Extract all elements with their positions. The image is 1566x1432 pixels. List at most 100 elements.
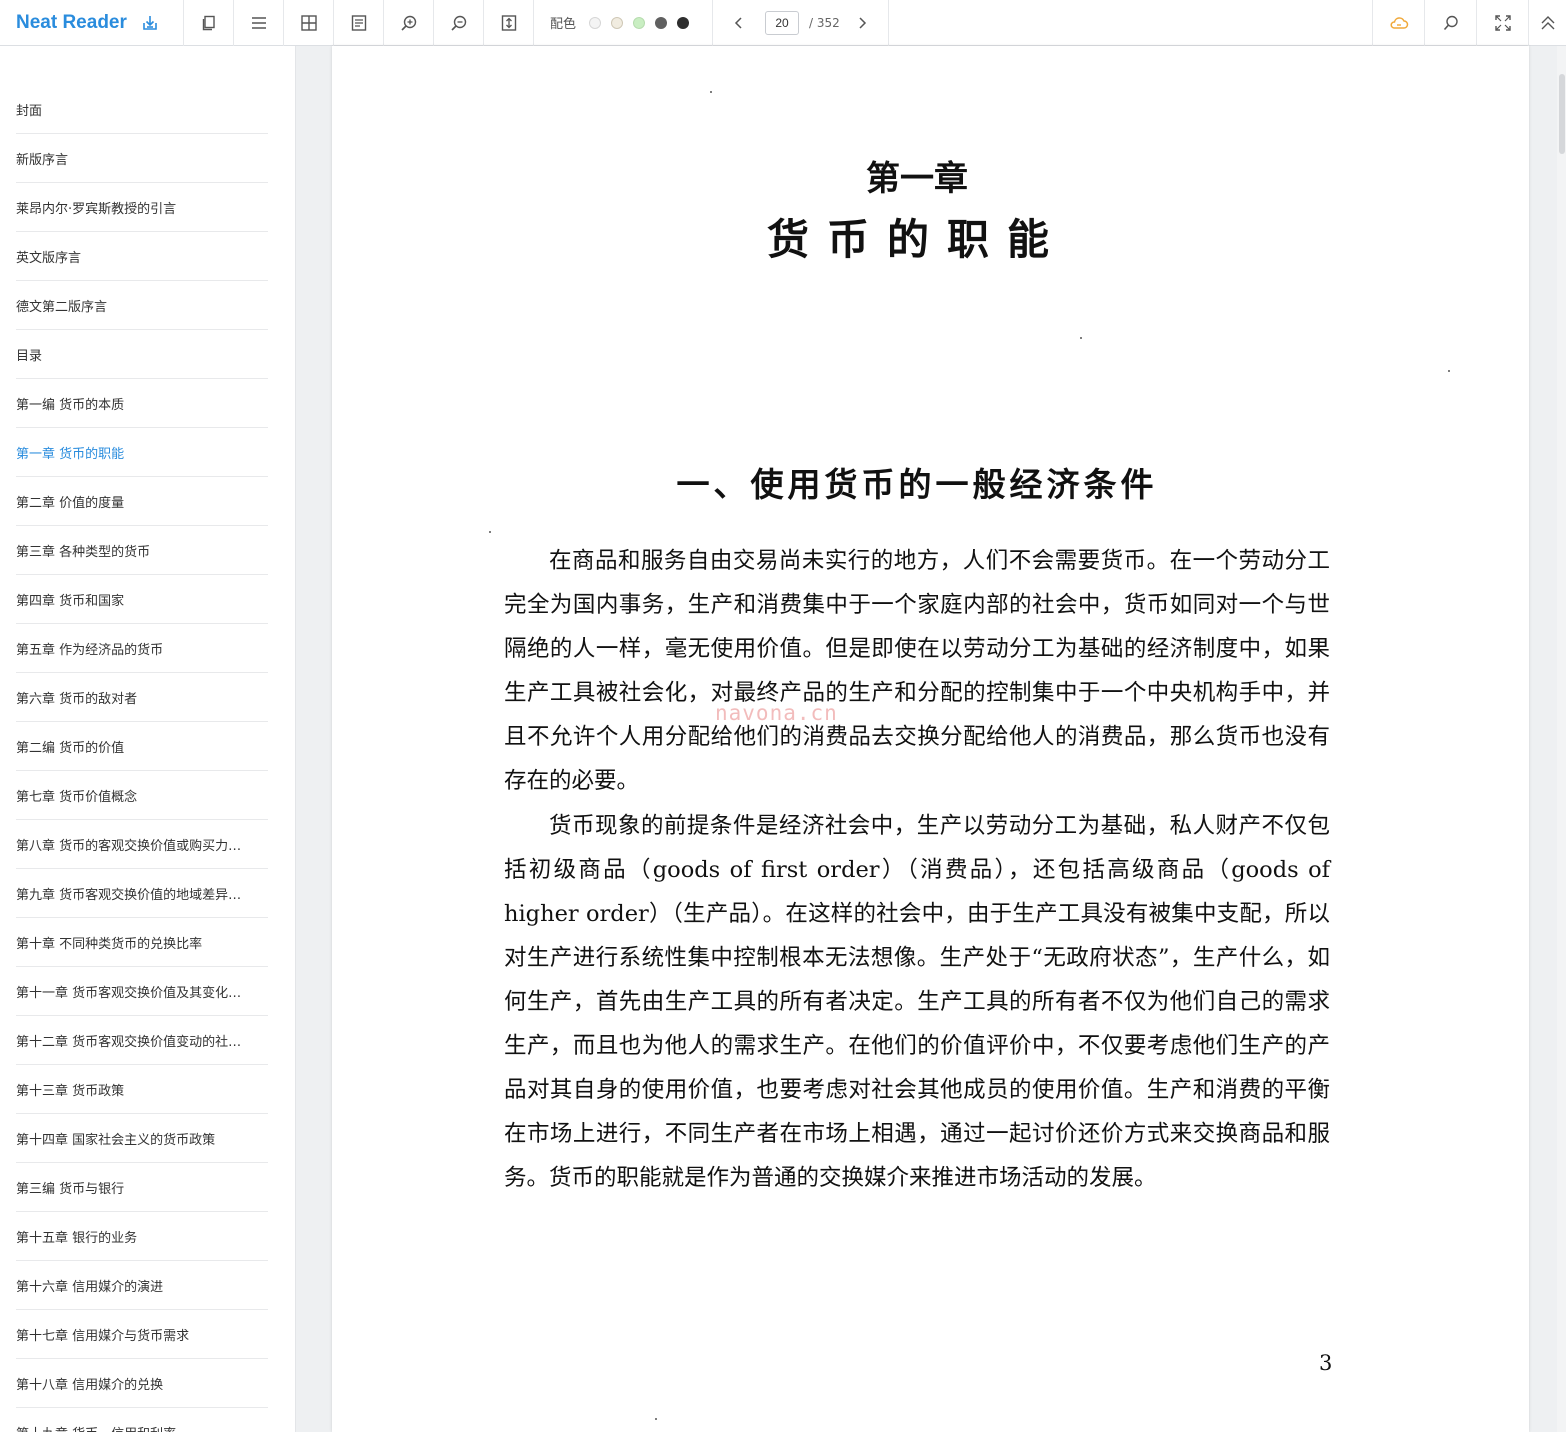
theme-swatch-dark[interactable] [677, 16, 690, 29]
toc-item-label: 第八章 货币的客观交换价值或购买力… [16, 838, 242, 854]
toc-item[interactable]: 莱昂内尔·罗宾斯教授的引言 [16, 183, 268, 232]
theme-label: 配色 [550, 17, 577, 32]
collapse-toolbar-button[interactable] [1528, 0, 1566, 46]
paragraph: 货币现象的前提条件是经济社会中，生产以劳动分工为基础，私人财产不仅包括初级商品（… [504, 812, 1330, 1192]
toc-item[interactable]: 第十六章 信用媒介的演进 [16, 1261, 268, 1310]
top-toolbar: Neat Reader 配色 / 352 [0, 0, 1566, 46]
zoom-in-button[interactable] [384, 0, 434, 46]
toc-item-label: 第九章 货币客观交换价值的地域差异… [16, 887, 242, 903]
toc-item-label: 莱昂内尔·罗宾斯教授的引言 [16, 201, 177, 217]
reading-area[interactable]: 第一章 货币的职能 一、使用货币的一般经济条件 在商品和服务自由交易尚未实行的地… [297, 46, 1566, 1432]
app-title: Neat Reader [16, 11, 127, 33]
toc-item-label: 封面 [16, 103, 43, 119]
toc-list: 封面新版序言莱昂内尔·罗宾斯教授的引言 英文版序言德文第二版序言目录第一编 货币的… [16, 85, 268, 1432]
toc-item[interactable]: 第十三章 货币政策 [16, 1065, 268, 1114]
toc-item-label: 第十六章 信用媒介的演进 [16, 1279, 164, 1295]
zoom-out-icon [450, 15, 466, 31]
toc-item[interactable]: 第三编 货币与银行 [16, 1163, 268, 1212]
chevron-double-up-icon [1541, 16, 1554, 30]
toc-item-label: 第十四章 国家社会主义的货币政策 [16, 1132, 216, 1148]
toc-item[interactable]: 德文第二版序言 [16, 281, 268, 330]
paragraph: 在商品和服务自由交易尚未实行的地方，人们不会需要货币。在一个劳动分工完全为国内事… [504, 548, 1330, 795]
zoom-out-button[interactable] [434, 0, 484, 46]
menu-icon [251, 16, 266, 29]
cloud-icon [1390, 17, 1408, 29]
toc-item-label: 第十九章 货币、信用和利率 [16, 1423, 268, 1432]
theme-swatch-white[interactable] [589, 16, 602, 29]
theme-swatch-gray[interactable] [655, 16, 668, 29]
import-icon[interactable] [141, 14, 159, 32]
toc-item[interactable]: 目录 [16, 330, 268, 379]
toc-item[interactable]: 第二编 货币的价值 [16, 722, 268, 771]
page-number: 3 [1319, 1351, 1333, 1375]
toc-item[interactable]: 第十一章 货币客观交换价值及其变化… [16, 967, 268, 1016]
toc-item[interactable]: 英文版序言 [16, 232, 268, 281]
toc-item[interactable]: 第八章 货币的客观交换价值或购买力… [16, 820, 268, 869]
toc-item-label: 第六章 货币的敌对者 [16, 691, 138, 707]
toc-item-label: 第十二章 货币客观交换价值变动的社… [16, 1034, 242, 1050]
toc-item[interactable]: 第十八章 信用媒介的兑换 [16, 1359, 268, 1408]
page-navigator: / 352 [713, 0, 889, 46]
toc-item-label: 第一编 货币的本质 [16, 397, 125, 413]
toc-item-label: 第二章 价值的度量 [16, 495, 125, 511]
toc-item[interactable]: 第十七章 信用媒介与货币需求 [16, 1310, 268, 1359]
toc-item[interactable]: 第七章 货币价值概念 [16, 771, 268, 820]
toc-item[interactable]: 第四章 货币和国家 [16, 575, 268, 624]
toc-item-label: 第十七章 信用媒介与货币需求 [16, 1328, 190, 1344]
toc-item-label: 第十三章 货币政策 [16, 1083, 125, 1099]
toc-item[interactable]: 第十四章 国家社会主义的货币政策 [16, 1114, 268, 1163]
cloud-sync-button[interactable] [1372, 0, 1424, 46]
toc-item-label: 第二编 货币的价值 [16, 740, 125, 756]
toc-item[interactable]: 第三章 各种类型的货币 [16, 526, 268, 575]
prev-page-button[interactable] [727, 11, 751, 35]
search-button[interactable] [1424, 0, 1476, 46]
toc-item-label: 第三章 各种类型的货币 [16, 544, 151, 560]
theme-swatch-beige[interactable] [611, 16, 624, 29]
fullscreen-button[interactable] [1476, 0, 1528, 46]
scrollbar-thumb[interactable] [1559, 74, 1565, 154]
toc-item[interactable]: 第十二章 货币客观交换价值变动的社… [16, 1016, 268, 1065]
toc-item[interactable]: 新版序言 [16, 134, 268, 183]
toc-item-label: 第十章 不同种类货币的兑换比率 [16, 936, 203, 952]
zoom-in-icon [400, 15, 416, 31]
page-body: 在商品和服务自由交易尚未实行的地方，人们不会需要货币。在一个劳动分工完全为国内事… [504, 539, 1330, 1200]
toc-item-label: 第七章 货币价值概念 [16, 789, 138, 805]
fullscreen-icon [1494, 15, 1511, 31]
page-number-input[interactable] [765, 10, 800, 35]
next-page-button[interactable] [850, 11, 874, 35]
toc-item[interactable]: 第六章 货币的敌对者 [16, 673, 268, 722]
scan-speck [710, 91, 712, 93]
bookshelf-button[interactable] [184, 0, 234, 46]
toc-item[interactable]: 封面 [16, 85, 268, 134]
toc-item-label: 英文版序言 [16, 250, 82, 266]
scrollbar[interactable] [1557, 46, 1566, 1432]
notes-button[interactable] [334, 0, 384, 46]
theme-swatch-green[interactable] [633, 16, 646, 29]
book-page: 第一章 货币的职能 一、使用货币的一般经济条件 在商品和服务自由交易尚未实行的地… [332, 46, 1529, 1432]
copy-icon [202, 15, 215, 30]
chevron-right-icon [859, 16, 866, 29]
watermark: navona.cn [715, 701, 838, 725]
color-theme-picker: 配色 [534, 0, 714, 46]
toc-item-label: 第十八章 信用媒介的兑换 [16, 1377, 164, 1393]
scan-speck [1448, 370, 1450, 372]
toc-item[interactable]: 第一章 货币的职能 [16, 428, 268, 477]
toc-item[interactable]: 第九章 货币客观交换价值的地域差异… [16, 869, 268, 918]
toc-button[interactable] [234, 0, 284, 46]
toc-item[interactable]: 第十章 不同种类货币的兑换比率 [16, 918, 268, 967]
layout-button[interactable] [284, 0, 334, 46]
toc-item-label: 德文第二版序言 [16, 299, 108, 315]
toc-sidebar: 封面新版序言莱昂内尔·罗宾斯教授的引言 英文版序言德文第二版序言目录第一编 货币的… [0, 46, 296, 1432]
toc-item[interactable]: 第十九章 货币、信用和利率 [16, 1408, 268, 1432]
search-icon [1443, 15, 1458, 31]
brand: Neat Reader [0, 0, 184, 46]
toc-item-label: 第十五章 银行的业务 [16, 1230, 138, 1246]
fit-height-button[interactable] [484, 0, 534, 46]
toc-item[interactable]: 第十五章 银行的业务 [16, 1212, 268, 1261]
toc-item[interactable]: 第二章 价值的度量 [16, 477, 268, 526]
chapter-title: 货币的职能 [766, 215, 1067, 264]
toc-item[interactable]: 第五章 作为经济品的货币 [16, 624, 268, 673]
toc-item[interactable]: 第一编 货币的本质 [16, 379, 268, 428]
chapter-number: 第一章 [866, 159, 968, 199]
toolbar-right [1372, 0, 1566, 46]
